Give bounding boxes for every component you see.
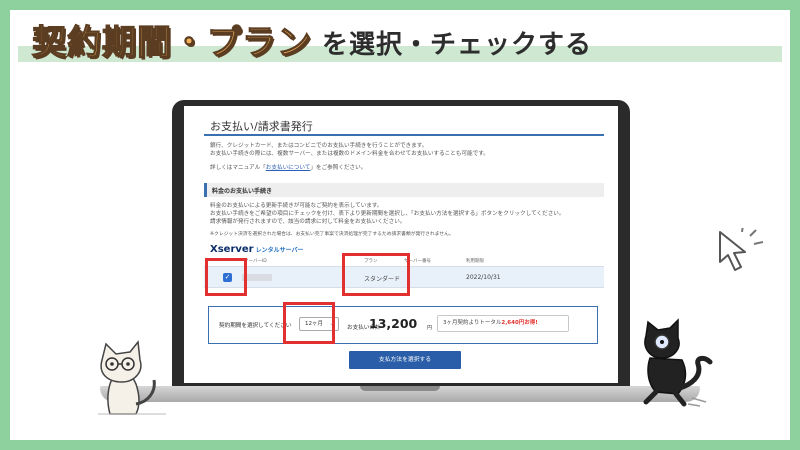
headline-main: 契約期間・プラン <box>31 22 312 63</box>
savings-amount: 2,640円お得! <box>501 320 538 326</box>
title-divider <box>204 134 604 136</box>
section-line-3: 請求情報が発行されますので、該当の請求に対して料金をお支払いください。 <box>210 219 406 225</box>
section-heading: 料金のお支払い手続き <box>212 188 273 195</box>
period-panel: 契約期間を選択してください 12ヶ月 ⌄ お支払い合計 13,200 円 3ヶ月… <box>208 306 598 344</box>
payment-page: お支払い/請求書発行 銀行、クレジットカード、またはコンビニでのお支払い手続きを… <box>204 106 604 383</box>
highlight-period-select <box>283 302 335 344</box>
white-cat-illustration <box>98 340 166 415</box>
section-line-2: お支払い手続きをご希望の項目にチェックを付け、表下より更新期間を選択し、「お支払… <box>210 211 565 217</box>
section-heading-bar: 料金のお支払い手続き <box>204 183 604 197</box>
manual-note: 詳しくはマニュアル「お支払いについて」をご参照ください。 <box>210 165 366 173</box>
headline-sub: を選択・チェックする <box>322 30 593 60</box>
savings-badge: 3ヶ月契約よりトータル2,640円お得! <box>437 315 569 332</box>
page-title: お支払い/請求書発行 <box>210 120 313 133</box>
highlight-checkbox <box>205 258 247 296</box>
select-payment-button[interactable]: 支払方法を選択する <box>349 351 461 369</box>
total-value: 13,200 <box>369 316 418 331</box>
column-server-id: サーバーID <box>244 259 267 264</box>
row-expiry: 2022/10/31 <box>466 274 501 281</box>
service-name: Xserver <box>210 244 254 255</box>
mouse-pointer-icon <box>719 228 764 271</box>
xserver-logo: Xserver レンタルサーバー <box>210 244 304 255</box>
black-cat-illustration <box>643 318 713 407</box>
currency: 円 <box>427 325 433 331</box>
headline: 契約期間・プラン を選択・チェックする <box>31 14 782 64</box>
laptop-screen: お支払い/請求書発行 銀行、クレジットカード、またはコンビニでのお支払い手続きを… <box>184 106 618 383</box>
service-sub: レンタルサーバー <box>255 247 304 254</box>
manual-link[interactable]: お支払いについて <box>266 165 311 171</box>
laptop-notch <box>360 386 440 391</box>
section-line-1: 料金のお支払いによる更新手続きが可能なご契約を表示しています。 <box>210 203 383 209</box>
manual-suffix: 」をご参照ください。 <box>310 165 367 171</box>
savings-prefix: 3ヶ月契約よりトータル <box>443 320 502 326</box>
intro-line-2: お支払い手続きの際には、複数サーバー、または複数のドメイン料金を合わせてお支払い… <box>210 151 489 157</box>
credit-note: ※クレジット決済を選択された場合は、お支払い完了事案で決済処理が完了するため請求… <box>210 232 454 237</box>
highlight-plan <box>342 253 410 296</box>
column-expiry: 利用期限 <box>466 259 484 264</box>
manual-prefix: 詳しくはマニュアル「 <box>210 165 266 171</box>
intro-line-1: 銀行、クレジットカード、またはコンビニでのお支払い手続きを行うことができます。 <box>210 143 428 149</box>
period-label: 契約期間を選択してください <box>219 323 292 329</box>
